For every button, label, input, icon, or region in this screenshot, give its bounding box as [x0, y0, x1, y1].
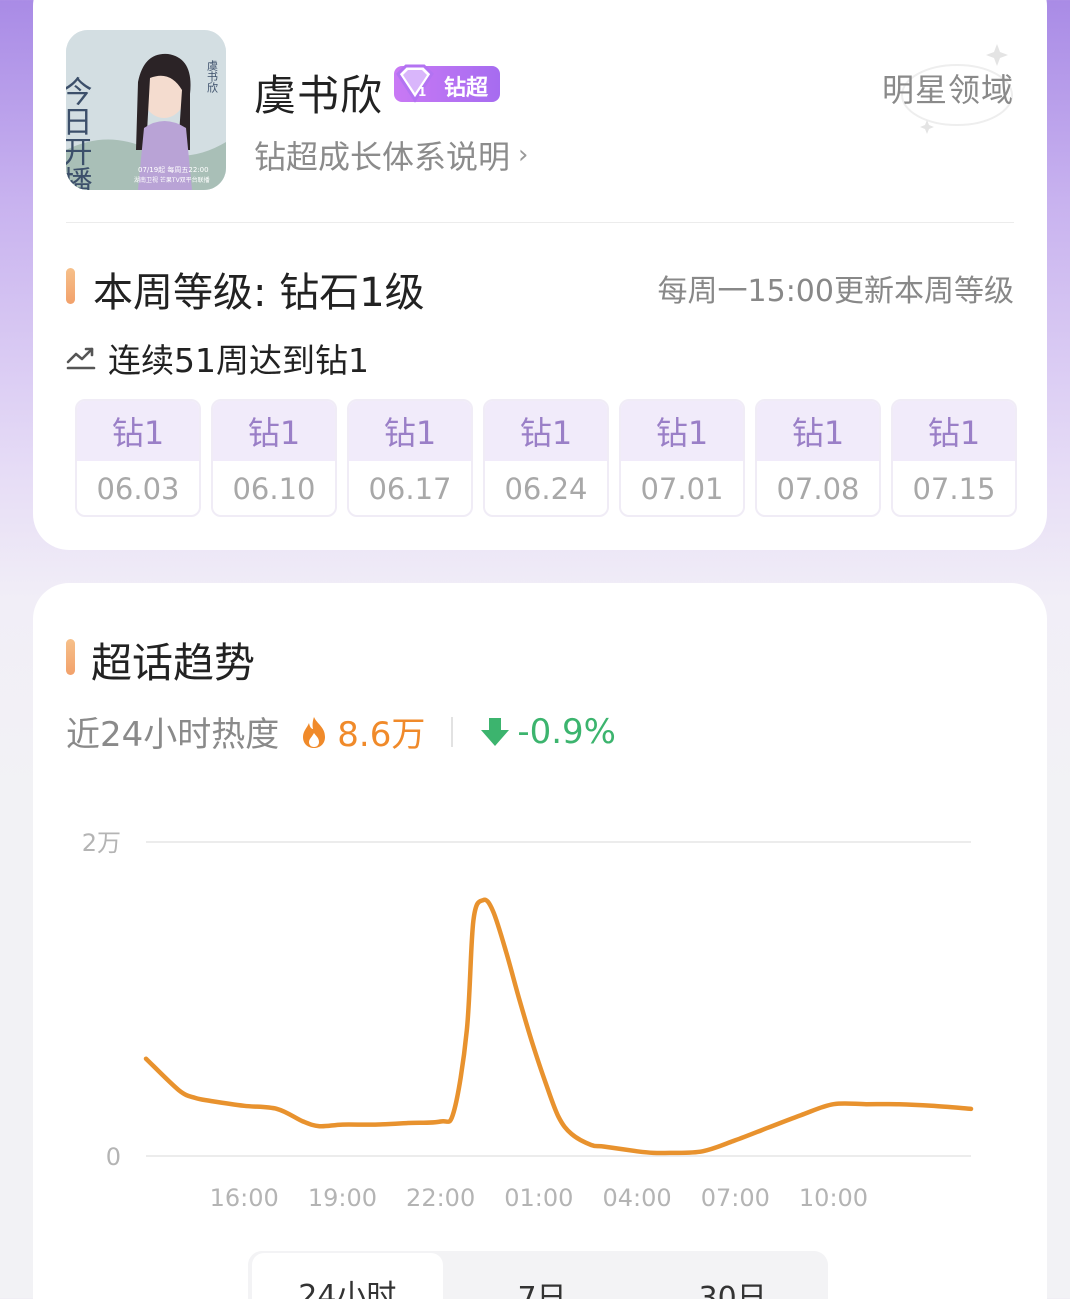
- week-level-label: 钻1: [757, 401, 879, 461]
- week-date: 06.17: [368, 472, 452, 506]
- tab-range-1[interactable]: 7日: [447, 1255, 638, 1299]
- week-level-item: 钻1 06.24: [483, 399, 609, 517]
- separator: [451, 716, 454, 747]
- week-date: 07.15: [912, 472, 996, 506]
- weekly-level-title: 本周等级: 钻石1级: [93, 270, 425, 316]
- range-tabs: 24小时 7日 30日: [248, 1251, 828, 1299]
- week-date: 07.08: [776, 472, 860, 506]
- streak-row: 连续51周达到钻1: [66, 334, 369, 382]
- heat-trend-chart: 0 2万 16:00 19:00 22:00 01:00 04:00 07:00 10:00: [82, 829, 974, 1212]
- avatar-title: 今日开播: [66, 76, 93, 190]
- week-level-label: 钻1: [893, 401, 1015, 461]
- heat-series-line: [143, 897, 974, 1156]
- tab-range-2[interactable]: 30日: [637, 1255, 828, 1299]
- avatar-date-line: 07/19起 每周五22:00: [138, 165, 209, 174]
- week-level-item: 钻1 07.15: [891, 399, 1017, 517]
- x-tick-label: 22:00: [406, 1184, 475, 1212]
- weekly-levels-list: 钻1 06.03 钻1 06.10 钻1 06.17 钻1 06.24 钻1 07.01 钻1 07.…: [75, 399, 1017, 517]
- x-tick-label: 07:00: [701, 1184, 770, 1212]
- star-name: 虞书欣: [254, 71, 384, 120]
- x-tick-label: 01:00: [504, 1184, 573, 1212]
- week-level-item: 钻1 06.10: [211, 399, 337, 517]
- diamond-super-badge[interactable]: 1 钻超: [394, 64, 500, 103]
- x-tick-label: 16:00: [210, 1184, 279, 1212]
- y-tick-label: 0: [106, 1143, 121, 1171]
- week-date: 07.01: [640, 472, 724, 506]
- week-level-label: 钻1: [77, 401, 199, 461]
- update-schedule-note: 每周一15:00更新本周等级: [657, 274, 1014, 309]
- flame-icon: [303, 716, 326, 748]
- avatar-image: 今日开播 虞书欣 07/19起 每周五22:00 湖南卫视 芒果TV双平台联播: [66, 30, 226, 190]
- heat-label: 近24小时热度: [66, 715, 280, 755]
- trend-up-icon: [66, 347, 96, 370]
- week-date: 06.24: [504, 472, 588, 506]
- avatar[interactable]: 今日开播 虞书欣 07/19起 每周五22:00 湖南卫视 芒果TV双平台联播: [66, 30, 226, 190]
- week-date: 06.03: [96, 472, 180, 506]
- svg-text:1: 1: [418, 85, 426, 99]
- star-level-card: 今日开播 虞书欣 07/19起 每周五22:00 湖南卫视 芒果TV双平台联播 …: [33, 0, 1047, 550]
- tab-range-0[interactable]: 24小时: [252, 1253, 443, 1299]
- heat-summary-row: 近24小时热度 8.6万 -0.9%: [66, 707, 616, 756]
- avatar-side-text: 虞书欣: [206, 59, 219, 94]
- week-date: 06.10: [232, 472, 316, 506]
- x-tick-label: 19:00: [308, 1184, 377, 1212]
- avatar-sub-line: 湖南卫视 芒果TV双平台联播: [134, 176, 210, 184]
- growth-system-link[interactable]: 钻超成长体系说明 ›: [254, 132, 528, 178]
- heat-value: 8.6万: [337, 715, 426, 755]
- week-level-item: 钻1 06.17: [347, 399, 473, 517]
- supertopic-trend-card: 超话趋势 近24小时热度 8.6万 -0.9% 0 2万 16:00 19:00 22:…: [33, 583, 1047, 1299]
- streak-text: 连续51周达到钻1: [108, 341, 369, 380]
- week-level-label: 钻1: [485, 401, 607, 461]
- trend-title: 超话趋势: [91, 639, 255, 687]
- change-value: -0.9%: [517, 711, 616, 752]
- divider: [66, 222, 1014, 223]
- diamond-icon: 1: [396, 64, 434, 103]
- y-tick-label: 2万: [82, 829, 121, 857]
- week-level-label: 钻1: [349, 401, 471, 461]
- star-domain-logo: 明星领域: [881, 71, 1014, 109]
- x-tick-label: 10:00: [799, 1184, 868, 1212]
- week-level-item: 钻1 07.08: [755, 399, 881, 517]
- week-level-label: 钻1: [621, 401, 743, 461]
- x-tick-label: 04:00: [602, 1184, 671, 1212]
- section-accent-bar: [66, 268, 75, 304]
- week-level-item: 钻1 07.01: [619, 399, 745, 517]
- badge-label: 钻超: [444, 76, 489, 101]
- arrow-down-icon: [481, 717, 510, 746]
- week-level-item: 钻1 06.03: [75, 399, 201, 517]
- week-level-label: 钻1: [213, 401, 335, 461]
- chevron-right-icon: ›: [518, 140, 529, 170]
- section-accent-bar: [66, 639, 75, 675]
- growth-link-label: 钻超成长体系说明: [254, 138, 511, 176]
